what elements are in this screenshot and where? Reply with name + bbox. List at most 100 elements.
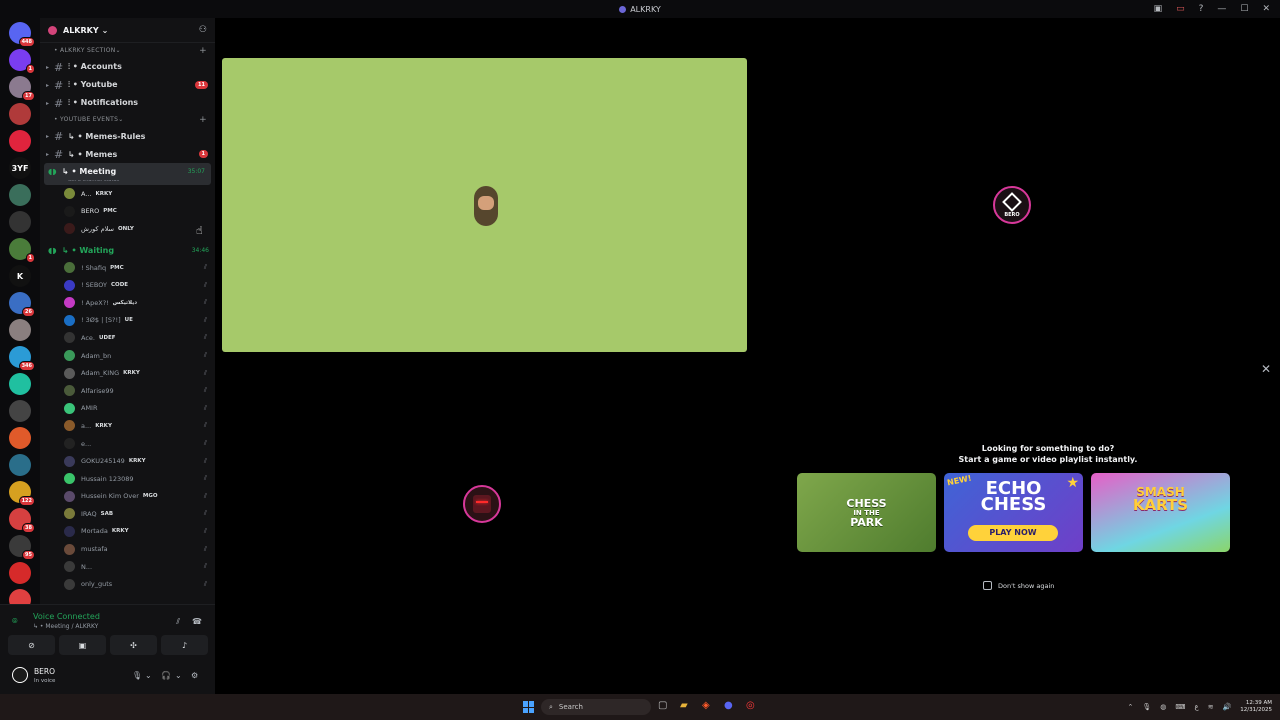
voice-member[interactable]: AMIR ⫽: [40, 400, 215, 418]
server-icon-19[interactable]: 38: [9, 508, 35, 533]
activity-card-chess-in-the-park[interactable]: CHESS IN THE PARK: [797, 473, 936, 552]
voice-member[interactable]: A... KRKY: [40, 185, 215, 203]
gear-icon[interactable]: ⚙: [191, 671, 198, 680]
server-icon-5[interactable]: [9, 130, 31, 152]
voice-member[interactable]: e... ⫽: [40, 435, 215, 453]
signal-icon[interactable]: ⦾: [12, 617, 18, 626]
wifi-icon[interactable]: ≋: [1208, 703, 1214, 711]
chevron-down-icon[interactable]: ⌄: [145, 671, 152, 680]
avatar-participant[interactable]: [463, 485, 501, 523]
avatar-bero[interactable]: BERO: [993, 186, 1031, 224]
voice-member[interactable]: N... ⫽: [40, 558, 215, 576]
server-icon-4[interactable]: [9, 103, 31, 125]
task-view-icon[interactable]: ▢: [658, 700, 667, 711]
add-member-icon[interactable]: ⚇: [199, 25, 207, 35]
screen-share-icon[interactable]: ▣: [59, 635, 106, 655]
windows-start-icon[interactable]: [523, 701, 535, 713]
voice-connected-label[interactable]: Voice Connected: [33, 612, 100, 621]
server-icon-18[interactable]: 122: [9, 481, 35, 506]
inbox-icon[interactable]: ▣: [1154, 4, 1163, 14]
server-icon-10[interactable]: K: [9, 265, 31, 287]
camera-off-icon[interactable]: ⊘: [8, 635, 55, 655]
voice-member[interactable]: ! Shafiq PMC ⫽: [40, 259, 215, 277]
server-icon-13[interactable]: 346: [9, 346, 35, 371]
screen-share-icon[interactable]: ▭: [1176, 4, 1185, 14]
text-channel[interactable]: ▸ # ↳ • Memes-Rules: [40, 127, 215, 145]
server-icon-14[interactable]: [9, 373, 31, 395]
server-icon-11[interactable]: 26: [9, 292, 35, 317]
server-icon-21[interactable]: [9, 562, 31, 584]
activity-card-echo-chess[interactable]: NEW! ★ ECHO CHESS PLAY NOW: [944, 473, 1083, 552]
voice-channel-meeting[interactable]: ◖◗ ↳ • Meeting 35:07: [44, 163, 211, 180]
server-icon-16[interactable]: [9, 427, 31, 449]
server-icon-2[interactable]: 1: [9, 49, 35, 74]
text-channel[interactable]: ▸ # ⫶ • Accounts: [40, 58, 215, 76]
guild-header[interactable]: ALKRKY ⌄ ⚇: [40, 18, 215, 43]
voice-member[interactable]: Ace. UDEF ⫽: [40, 329, 215, 347]
disconnect-icon[interactable]: ☎: [192, 617, 202, 626]
close-icon[interactable]: ✕: [1262, 4, 1270, 14]
chevron-down-icon[interactable]: ⌄: [175, 671, 182, 680]
add-channel-icon[interactable]: +: [199, 46, 207, 56]
text-channel[interactable]: ▸ # ↳ • Memes 1: [40, 145, 215, 163]
category-header[interactable]: • ALKRKY SECTION ⌄ +: [40, 43, 215, 58]
dont-show-again[interactable]: Don't show again: [983, 581, 1054, 590]
server-icon-20[interactable]: 95: [9, 535, 35, 560]
chevron-up-icon[interactable]: ⌃: [1128, 703, 1134, 711]
search-box[interactable]: ⌕ Search: [541, 699, 651, 715]
add-channel-icon[interactable]: +: [199, 115, 207, 125]
voice-member[interactable]: BERO PMC: [40, 203, 215, 221]
help-icon[interactable]: ?: [1199, 4, 1204, 14]
brave-browser-icon[interactable]: ◈: [702, 700, 710, 711]
voice-member[interactable]: mustafa ⫽: [40, 540, 215, 558]
close-icon[interactable]: ✕: [1261, 362, 1271, 376]
discord-icon[interactable]: ●: [724, 700, 733, 711]
text-channel[interactable]: ▸ # ⫶ • Notifications: [40, 94, 215, 112]
keyboard-icon[interactable]: ⌨: [1175, 703, 1185, 711]
server-icon-6[interactable]: 3YF: [9, 157, 31, 179]
voice-member[interactable]: Hussain 123089 ⫽: [40, 470, 215, 488]
network-icon[interactable]: ◍: [1160, 703, 1166, 711]
clock[interactable]: 12:39 AM 12/31/2025: [1240, 700, 1272, 714]
server-icon-1[interactable]: 448: [9, 22, 35, 47]
voice-member[interactable]: Adam_KING KRKY ⫽: [40, 364, 215, 382]
volume-icon[interactable]: 🔊: [1223, 703, 1232, 711]
checkbox[interactable]: [983, 581, 992, 590]
minimize-icon[interactable]: —: [1217, 4, 1226, 14]
maximize-icon[interactable]: ☐: [1240, 4, 1248, 14]
voice-member[interactable]: a... KRKY ⫽: [40, 417, 215, 435]
voice-member[interactable]: ! 3Ø$ | [S?!] UE ⫽: [40, 312, 215, 330]
voice-member[interactable]: سلام كورش ONLY: [40, 220, 215, 238]
voice-channel-waiting[interactable]: ◖◗ ↳ • Waiting 34:46: [40, 242, 215, 259]
server-icon-9[interactable]: 1: [9, 238, 35, 263]
server-icon-3[interactable]: 17: [9, 76, 35, 101]
noise-suppression-icon[interactable]: ⫽: [176, 617, 180, 627]
microphone-icon[interactable]: 🎙: [132, 671, 142, 680]
category-header[interactable]: • YOUTUBE EVENTS ⌄ +: [40, 112, 215, 127]
voice-member[interactable]: Adam_bn ⫽: [40, 347, 215, 365]
activities-icon[interactable]: ✣: [110, 635, 157, 655]
text-channel[interactable]: ▸ # ⫶ • Youtube 11: [40, 76, 215, 94]
soundboard-icon[interactable]: ♪: [161, 635, 208, 655]
language-icon[interactable]: ع: [1195, 703, 1199, 711]
app-icon[interactable]: ◎: [746, 700, 755, 711]
voice-location[interactable]: ↳ • Meeting / ALKRKY: [33, 623, 98, 630]
activity-card-smash-karts[interactable]: SMASH KARTS: [1091, 473, 1230, 552]
server-icon-15[interactable]: [9, 400, 31, 422]
voice-member[interactable]: ! SEBOY CODE ⫽: [40, 276, 215, 294]
server-icon-7[interactable]: [9, 184, 31, 206]
voice-member[interactable]: Hussein Kim Over MGO ⫽: [40, 488, 215, 506]
play-now-button[interactable]: PLAY NOW: [968, 525, 1058, 541]
server-icon-8[interactable]: [9, 211, 31, 233]
headphones-icon[interactable]: 🎧: [161, 671, 171, 680]
voice-member[interactable]: ! ApeX?! ديلاتيكس ⫽: [40, 294, 215, 312]
voice-member[interactable]: IRAQ SAB ⫽: [40, 505, 215, 523]
user-panel[interactable]: BERO In voice 🎙 ⌄ 🎧 ⌄ ⚙: [8, 663, 208, 689]
file-explorer-icon[interactable]: ▰: [680, 700, 688, 711]
server-icon-17[interactable]: [9, 454, 31, 476]
voice-member[interactable]: Mortada KRKY ⫽: [40, 523, 215, 541]
voice-member[interactable]: GOKU245149 KRKY ⫽: [40, 452, 215, 470]
voice-member[interactable]: only_guts ⫽: [40, 575, 215, 593]
microphone-icon[interactable]: 🎙: [1142, 703, 1151, 711]
voice-member[interactable]: Alfarise99 ⫽: [40, 382, 215, 400]
